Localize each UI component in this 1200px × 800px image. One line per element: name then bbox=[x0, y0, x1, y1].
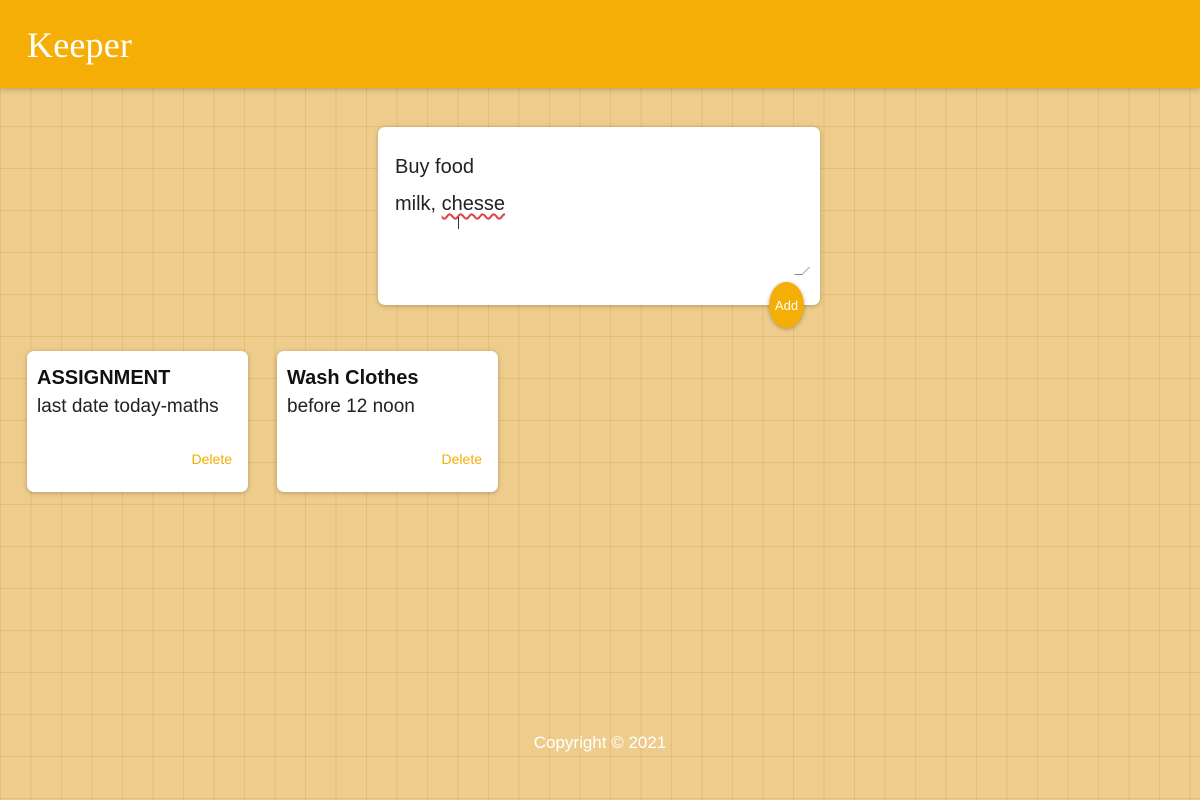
app-header: Keeper bbox=[0, 0, 1200, 88]
note-content-input[interactable]: milk, chesse bbox=[395, 191, 505, 217]
delete-button[interactable]: Delete bbox=[442, 451, 482, 467]
footer: Copyright © 2021 bbox=[0, 733, 1200, 753]
note-card: Wash Clothes before 12 noon Delete bbox=[277, 351, 498, 492]
app-title: Keeper bbox=[27, 25, 133, 65]
create-note-form: milk, chesse bbox=[378, 127, 820, 305]
misspelled-word: chesse bbox=[441, 193, 506, 215]
note-content: before 12 noon bbox=[287, 396, 415, 417]
text-cursor-icon bbox=[458, 217, 459, 229]
note-content-text: milk, bbox=[395, 193, 442, 215]
note-title: Wash Clothes bbox=[287, 367, 419, 389]
note-card: ASSIGNMENT last date today-maths Delete bbox=[27, 351, 248, 492]
resize-handle-icon[interactable] bbox=[794, 267, 810, 275]
add-button[interactable]: Add bbox=[769, 282, 804, 328]
copyright-text: Copyright © 2021 bbox=[533, 733, 667, 752]
note-title: ASSIGNMENT bbox=[37, 367, 171, 389]
note-content: last date today-maths bbox=[37, 396, 219, 417]
note-title-input[interactable] bbox=[395, 153, 795, 181]
delete-button[interactable]: Delete bbox=[192, 451, 232, 467]
